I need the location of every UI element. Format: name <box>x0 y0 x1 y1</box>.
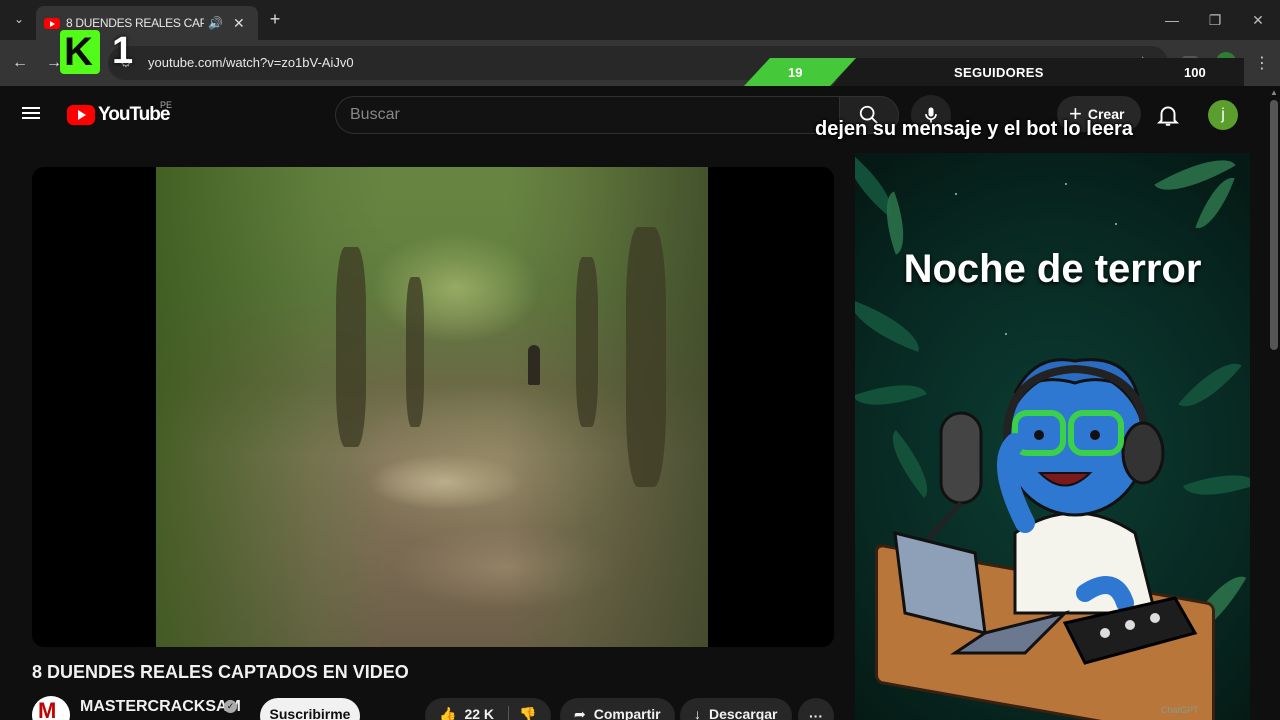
back-button[interactable]: ← <box>8 51 32 75</box>
tab-title: 8 DUENDES REALES CAPTADOS EN VIDEO - You… <box>66 16 204 30</box>
new-tab-button[interactable]: + <box>264 8 286 30</box>
followers-label: SEGUIDORES <box>954 65 1044 80</box>
star-decoration <box>1065 183 1067 185</box>
followers-goal: 100 <box>1184 65 1206 80</box>
video-frame[interactable] <box>156 167 708 647</box>
youtube-wordmark: YouTube <box>98 104 170 125</box>
account-avatar[interactable]: j <box>1208 100 1238 130</box>
followers-current: 19 <box>788 65 803 80</box>
star-decoration <box>1115 223 1117 225</box>
browser-tab-bar: ⌄ 8 DUENDES REALES CAPTADOS EN VIDEO - Y… <box>0 0 1280 40</box>
country-code: PE <box>160 100 173 110</box>
more-actions-button[interactable]: ··· <box>798 698 834 720</box>
subscribe-button[interactable]: Suscribirme <box>260 698 360 720</box>
search-input[interactable] <box>350 106 810 124</box>
channel-name[interactable]: MASTERCRACKSAM <box>80 698 241 716</box>
tab-search-button[interactable]: ⌄ <box>8 8 30 30</box>
kick-k-glyph: K <box>64 30 93 74</box>
close-window-button[interactable]: ✕ <box>1246 8 1270 32</box>
followers-goal-bar: 19 SEGUIDORES 100 <box>744 58 1244 86</box>
notifications-bell-icon[interactable] <box>1155 102 1181 128</box>
panel-title: Noche de terror <box>903 247 1202 291</box>
youtube-logo[interactable]: YouTube PE <box>67 100 172 126</box>
youtube-play-icon <box>67 105 95 125</box>
url-text[interactable]: youtube.com/watch?v=zo1bV-AiJv0 <box>148 55 354 70</box>
scrollbar-thumb[interactable] <box>1270 100 1278 350</box>
video-title: 8 DUENDES REALES CAPTADOS EN VIDEO <box>32 662 409 682</box>
tree-trunk <box>406 277 424 427</box>
page-scrollbar[interactable]: ▲ <box>1268 86 1280 720</box>
leaf-decoration <box>855 300 928 352</box>
search-box[interactable] <box>335 96 839 134</box>
video-foliage-right <box>508 167 708 647</box>
tree-trunk <box>626 227 666 487</box>
download-icon: ↓ <box>694 706 701 720</box>
share-label: Compartir <box>593 706 661 720</box>
menu-icon[interactable] <box>22 104 46 124</box>
verified-check-icon: ✓ <box>224 700 237 713</box>
download-label: Descargar <box>709 706 778 720</box>
kick-number: 1 <box>112 30 134 72</box>
restore-button[interactable]: ❐ <box>1203 8 1227 32</box>
menu-dots-icon[interactable]: ⋮ <box>1250 51 1274 75</box>
podcaster-character-illustration <box>893 358 1198 665</box>
tree-trunk <box>576 257 598 427</box>
like-count[interactable]: 22 K <box>464 706 494 720</box>
close-tab-icon[interactable]: ✕ <box>233 15 245 32</box>
noche-de-terror-banner: Noche de terror ChatGPT <box>855 153 1250 720</box>
kick-overlay: K 1 <box>60 30 150 74</box>
youtube-favicon-icon <box>44 17 60 29</box>
screen: ⌄ 8 DUENDES REALES CAPTADOS EN VIDEO - Y… <box>0 0 1280 720</box>
bot-message-overlay: dejen su mensaje y el bot lo leera <box>815 118 1133 140</box>
video-player[interactable] <box>32 167 834 647</box>
video-figure <box>528 345 540 385</box>
thumbs-down-icon[interactable]: 👎 <box>508 705 536 720</box>
download-button[interactable]: ↓ Descargar <box>680 698 792 720</box>
channel-avatar[interactable]: M <box>32 696 70 720</box>
panel-watermark: ChatGPT <box>1161 705 1199 715</box>
thumbs-up-icon[interactable]: 👍 <box>439 706 456 720</box>
star-decoration <box>955 193 957 195</box>
share-icon: ➦ <box>574 705 586 720</box>
scroll-up-arrow-icon[interactable]: ▲ <box>1270 88 1278 97</box>
star-decoration <box>1005 333 1007 335</box>
share-button[interactable]: ➦ Compartir <box>560 698 675 720</box>
tree-trunk <box>336 247 366 447</box>
like-dislike-group: 👍 22 K 👎 <box>425 698 551 720</box>
minimize-button[interactable]: — <box>1160 8 1184 32</box>
speaker-icon[interactable]: 🔊 <box>208 16 223 30</box>
